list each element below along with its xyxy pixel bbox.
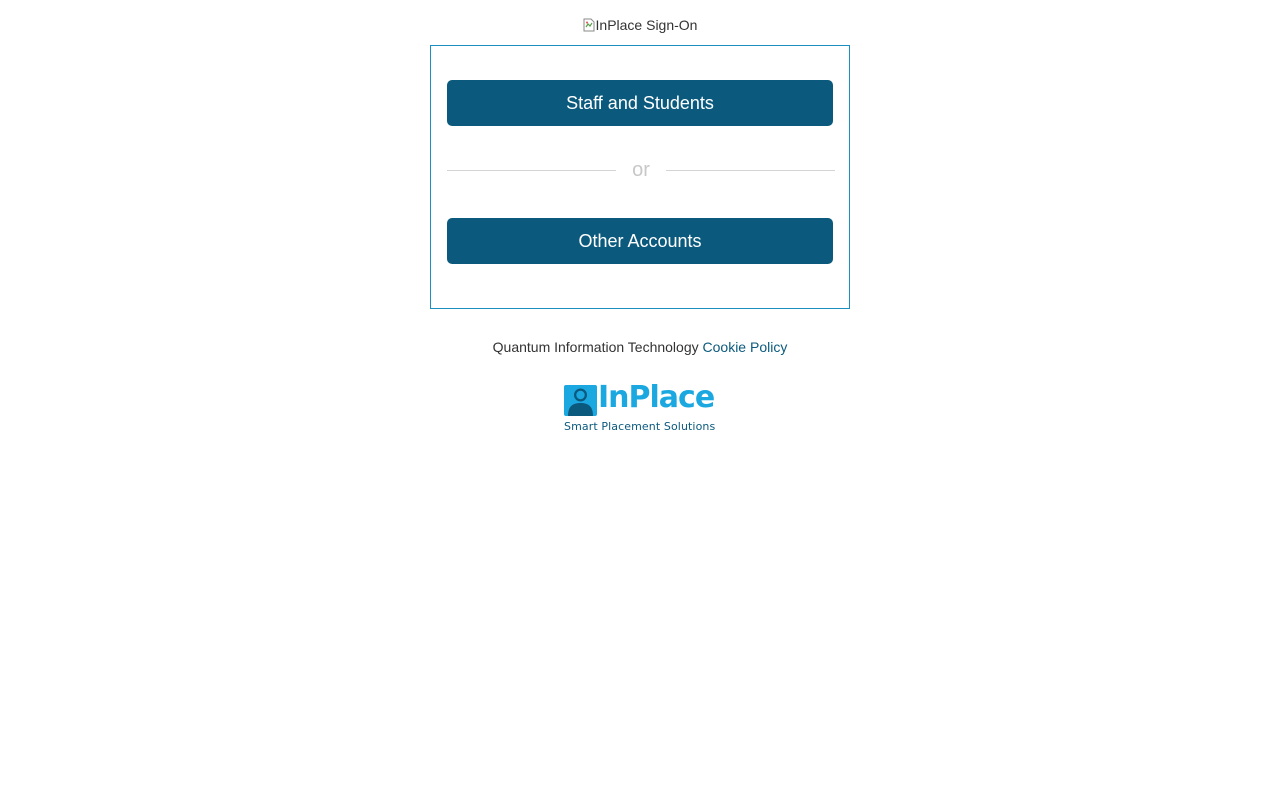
sign-on-card: Staff and Students or Other Accounts: [430, 45, 850, 309]
staff-and-students-button[interactable]: Staff and Students: [447, 80, 833, 126]
person-silhouette-icon: [564, 385, 597, 416]
logo-wordmark: InPlace: [598, 380, 715, 415]
header-image-alt-text: InPlace Sign-On: [595, 17, 698, 33]
company-name: Quantum Information Technology: [492, 339, 699, 355]
inplace-logo: InPlace Smart Placement Solutions: [564, 380, 716, 436]
broken-image-icon: [583, 18, 595, 32]
header-broken-image: InPlace Sign-On: [583, 16, 698, 34]
header-image: InPlace Sign-On: [0, 16, 1280, 36]
logo-tagline: Smart Placement Solutions: [564, 420, 716, 433]
divider-line-left: [447, 170, 616, 171]
other-accounts-button[interactable]: Other Accounts: [447, 218, 833, 264]
footer: Quantum Information Technology Cookie Po…: [0, 338, 1280, 356]
or-divider: or: [447, 156, 835, 184]
divider-line-right: [666, 170, 835, 171]
sign-on-page: InPlace Sign-On Staff and Students or Ot…: [0, 0, 1280, 800]
divider-or-text: or: [632, 159, 650, 181]
cookie-policy-link[interactable]: Cookie Policy: [703, 339, 788, 355]
